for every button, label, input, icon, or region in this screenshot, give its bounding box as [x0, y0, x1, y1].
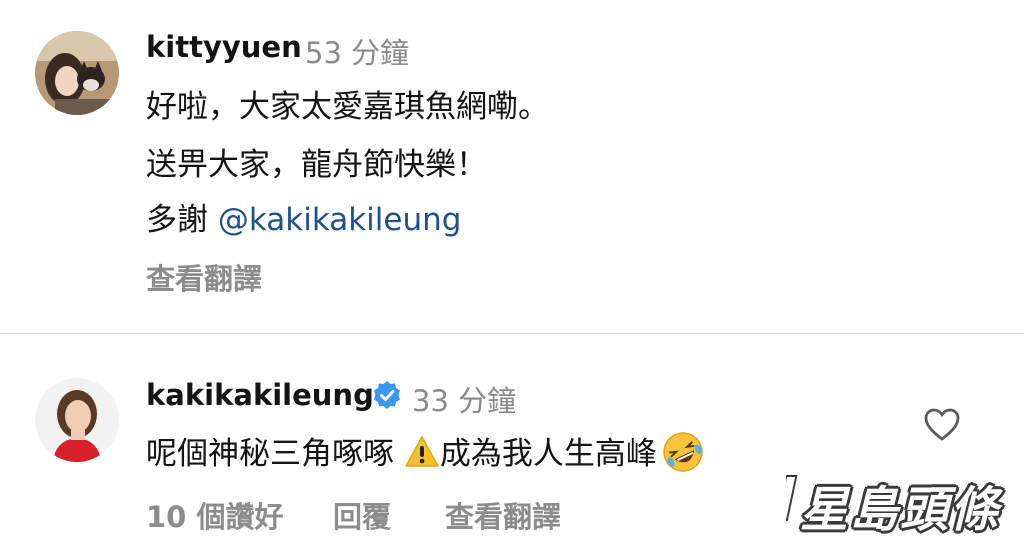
username[interactable]: kakikakileung — [146, 378, 374, 412]
heart-icon[interactable] — [924, 408, 960, 442]
see-translation-button[interactable]: 查看翻譯 — [146, 256, 262, 298]
verified-badge-icon — [374, 381, 400, 409]
username[interactable]: kittyyuen — [146, 30, 302, 64]
divider — [0, 333, 1024, 334]
comment-text-part-2: 成為我人生高峰 — [439, 436, 657, 472]
comment-text: 呢個神秘三角啄啄 成為我人生高峰 — [146, 428, 705, 474]
avatar-kakikakileung[interactable] — [35, 378, 119, 462]
rolling-laughing-emoji-icon — [663, 432, 703, 472]
comment-text-part-1: 呢個神秘三角啄啄 — [146, 436, 394, 472]
watermark-logo: 星島頭條 — [786, 468, 1008, 538]
watermark-text: 星島頭條 — [800, 482, 1001, 538]
mention-link[interactable]: @kakikakileung — [218, 202, 462, 238]
timestamp: 53 分鐘 — [305, 36, 410, 70]
timestamp: 33 分鐘 — [412, 384, 517, 418]
comment-line-2: 送畀大家，龍舟節快樂！ — [146, 147, 487, 183]
see-translation-button[interactable]: 查看翻譯 — [445, 494, 561, 536]
comment-line-3: 多謝 @kakikakileung — [146, 194, 461, 239]
reply-button[interactable]: 回覆 — [333, 494, 391, 536]
warning-emoji-icon — [405, 436, 439, 467]
avatar-kittyyuen[interactable] — [35, 31, 119, 115]
likes-count[interactable]: 10 個讚好 — [146, 494, 283, 536]
comment-line-1: 好啦，大家太愛嘉琪魚網嘞。 — [146, 89, 549, 125]
thanks-text: 多謝 — [146, 202, 218, 238]
